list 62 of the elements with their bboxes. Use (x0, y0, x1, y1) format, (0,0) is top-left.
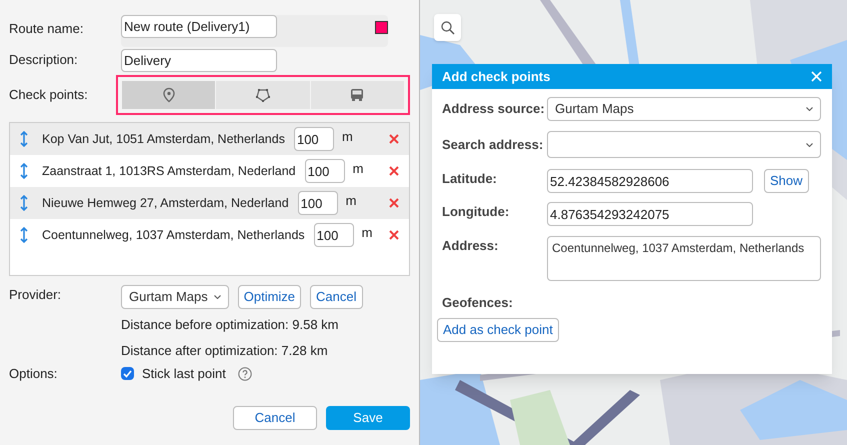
distance-text: Distance before optimization: 9.58 km (121, 316, 340, 334)
search-address-dropdown[interactable] (547, 131, 821, 158)
cancel-button[interactable]: Cancel (310, 285, 363, 309)
radius-field[interactable]: 100 (314, 223, 354, 247)
address-text: Zaanstraat 1, 1013RS Amsterdam, Nederland (42, 162, 296, 180)
delete-icon[interactable] (389, 198, 399, 208)
latitude-field[interactable]: 52.42384582928606 (547, 169, 753, 193)
add-check-point-button[interactable]: Add as check point (437, 318, 559, 342)
checkbox[interactable] (121, 367, 134, 380)
drag-handle-icon[interactable] (20, 163, 28, 179)
field-label: Provider: (9, 286, 62, 304)
field-label: Geofences: (442, 295, 513, 310)
route-name-field[interactable]: New route (Delivery1) (121, 15, 277, 38)
description-field[interactable]: Delivery (121, 48, 277, 72)
unit-label: m (342, 128, 353, 146)
field-label: Latitude: (442, 170, 498, 188)
close-button[interactable] (811, 71, 822, 82)
field-label: Check points: (9, 86, 89, 104)
delete-icon[interactable] (389, 134, 399, 144)
drag-handle-icon[interactable] (20, 195, 28, 211)
address-field[interactable]: Coentunnelweg, 1037 Amsterdam, Netherlands (547, 236, 821, 281)
truck-icon (349, 87, 366, 103)
field-label: Address: (442, 237, 500, 255)
field-label: Address source: (442, 100, 546, 118)
address-text: Kop Van Jut, 1051 Amsterdam, Netherlands (42, 130, 285, 148)
provider-dropdown[interactable]: Gurtam Maps (121, 285, 229, 309)
mode-tab[interactable] (310, 81, 404, 109)
address-text: Coentunnelweg, 1037 Amsterdam, Netherlands (42, 226, 305, 244)
optimize-button[interactable]: Optimize (238, 285, 302, 309)
dialog-title: Add check points (442, 68, 550, 86)
drag-handle-icon[interactable] (20, 131, 28, 147)
radius-field[interactable]: 100 (304, 159, 345, 183)
drag-handle-icon[interactable] (20, 227, 28, 243)
show-button[interactable]: Show (764, 169, 809, 193)
address-text: Nieuwe Hemweg 27, Amsterdam, Nederland (42, 194, 289, 212)
chevron-down-icon (806, 107, 813, 111)
field-label: Longitude: (442, 203, 510, 221)
radius-field[interactable]: 100 (298, 191, 338, 215)
unit-label: m (352, 160, 364, 178)
field-label: Options: (9, 365, 58, 383)
chevron-down-icon (214, 295, 221, 299)
polygon-icon (254, 87, 271, 103)
help-icon[interactable] (238, 366, 252, 381)
chevron-down-icon (806, 142, 813, 146)
radius-field[interactable]: 100 (294, 127, 334, 151)
field-label: Description: (9, 51, 79, 70)
longitude-field[interactable]: 4.876354293242075 (547, 202, 753, 226)
pin-icon (160, 87, 177, 103)
distance-text: Distance after optimization: 7.28 km (121, 342, 329, 360)
unit-label: m (346, 192, 356, 210)
address-source-dropdown[interactable]: Gurtam Maps (547, 97, 821, 121)
delete-icon[interactable] (389, 166, 399, 176)
checkbox-label: Stick last point (142, 365, 226, 383)
search-button[interactable] (434, 14, 461, 41)
search-icon (440, 20, 454, 34)
unit-label: m (362, 224, 373, 242)
field-label: Route name: (9, 20, 84, 38)
delete-icon[interactable] (389, 230, 399, 240)
cancel-button[interactable]: Cancel (233, 406, 317, 430)
color-swatch[interactable] (375, 21, 388, 34)
check-icon (123, 370, 132, 378)
field-label: Search address: (442, 136, 544, 154)
